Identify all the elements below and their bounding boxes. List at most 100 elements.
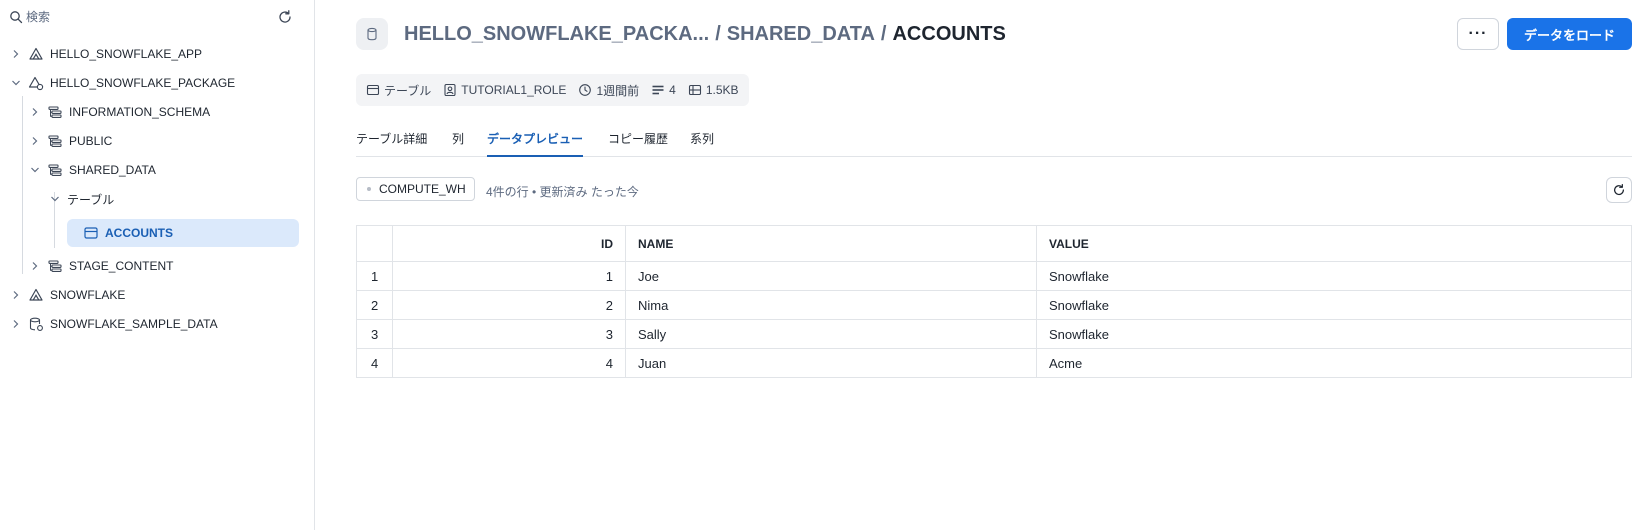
cell-value[interactable]: Snowflake [1036,261,1632,291]
app-icon [29,47,43,60]
breadcrumb-schema[interactable]: SHARED_DATA [727,23,875,46]
meta-columns-label: 4 [669,83,676,97]
more-options-button[interactable]: ··· [1457,18,1499,50]
data-preview-table: ID NAME VALUE 1 1 Joe Snowflake 2 2 Nima… [356,225,1632,378]
sidebar-item-snowflake[interactable]: SNOWFLAKE [10,281,125,309]
storage-icon [688,84,701,96]
sidebar-item-label: SNOWFLAKE_SAMPLE_DATA [50,317,218,331]
meta-type-label: テーブル [384,83,432,98]
schema-icon [48,260,62,272]
table-header-row: ID NAME VALUE [356,225,1632,262]
chevron-right-icon[interactable] [29,135,41,147]
clock-icon [579,84,592,96]
chevron-right-icon[interactable] [10,318,22,330]
meta-type: テーブル [366,82,431,99]
chevron-right-icon[interactable] [29,260,41,272]
schema-icon [48,164,62,176]
chevron-right-icon[interactable] [10,289,22,301]
warehouse-selector[interactable]: COMPUTE_WH [356,177,475,201]
meta-role-label: TUTORIAL1_ROLE [461,83,567,97]
column-header-value[interactable]: VALUE [1036,225,1632,262]
refresh-preview-button[interactable] [1606,177,1632,203]
schema-icon [48,135,62,147]
sidebar-item-information-schema[interactable]: INFORMATION_SCHEMA [29,98,210,126]
sidebar-item-shared-data[interactable]: SHARED_DATA [29,156,156,184]
breadcrumb-separator: / [880,22,887,45]
object-metadata-bar: テーブル TUTORIAL1_ROLE 1週間前 4 1.5KB [356,74,749,106]
chevron-right-icon[interactable] [10,48,22,60]
sidebar-item-public[interactable]: PUBLIC [29,127,112,155]
chevron-down-icon[interactable] [10,77,22,89]
meta-time: 1週間前 [578,82,639,99]
table-type-badge [356,18,388,50]
meta-size-label: 1.5KB [705,83,739,97]
cell-name[interactable]: Nima [625,290,1037,320]
tab-bar: テーブル詳細 列 データプレビュー コピー履歴 系列 [356,124,1632,157]
row-count-status: 4件の行 • 更新済み たった今 [486,185,639,199]
breadcrumb-package[interactable]: HELLO_SNOWFLAKE_PACKA... [404,23,709,46]
chevron-down-icon[interactable] [29,164,41,176]
cell-value[interactable]: Snowflake [1036,290,1632,320]
row-index: 3 [356,319,393,349]
sidebar-item-label: ACCOUNTS [105,226,173,240]
search-icon [10,11,23,24]
chevron-down-icon[interactable] [49,193,61,205]
table-row[interactable]: 4 4 Juan Acme [356,348,1632,378]
cell-name[interactable]: Sally [625,319,1037,349]
warehouse-name: COMPUTE_WH [379,182,466,196]
load-data-button[interactable]: データをロード [1507,18,1632,50]
sidebar-item-label: SHARED_DATA [69,163,156,177]
sidebar-item-label: SNOWFLAKE [50,288,126,302]
sidebar-item-accounts[interactable]: ACCOUNTS [67,219,299,247]
package-icon [28,76,44,91]
column-header-name[interactable]: NAME [625,225,1037,262]
table-row[interactable]: 1 1 Joe Snowflake [356,261,1632,291]
app-icon [29,288,43,301]
table-row[interactable]: 3 3 Sally Snowflake [356,319,1632,349]
refresh-icon [1614,183,1624,196]
sidebar-item-stage-content[interactable]: STAGE_CONTENT [29,252,173,280]
rows-icon [652,85,664,95]
schema-icon [48,106,62,118]
cell-id[interactable]: 1 [392,261,626,291]
sidebar-item-hello-snowflake-app[interactable]: HELLO_SNOWFLAKE_APP [10,40,202,68]
meta-size: 1.5KB [688,83,739,97]
page-title: ACCOUNTS [892,22,1006,45]
warehouse-status-dot [367,187,371,191]
meta-role: TUTORIAL1_ROLE [443,83,566,97]
tab-data-preview[interactable]: データプレビュー [487,124,584,157]
table-icon [366,84,380,96]
cell-id[interactable]: 4 [392,348,626,378]
cell-name[interactable]: Juan [625,348,1037,378]
row-index-header [356,225,393,262]
search-input[interactable] [26,8,256,26]
sidebar-item-label: テーブル [67,192,115,207]
sidebar-item-label: INFORMATION_SCHEMA [69,105,211,119]
tab-copy-history[interactable]: コピー履歴 [608,124,668,157]
app-window: HELLO_SNOWFLAKE_APP HELLO_SNOWFLAKE_PACK… [0,0,1646,530]
meta-time-label: 1週間前 [596,83,640,98]
table-row[interactable]: 2 2 Nima Snowflake [356,290,1632,320]
meta-columns: 4 [651,83,676,97]
cell-name[interactable]: Joe [625,261,1037,291]
tab-columns[interactable]: 列 [452,124,464,157]
sidebar-search [0,0,314,34]
cell-id[interactable]: 2 [392,290,626,320]
cell-value[interactable]: Snowflake [1036,319,1632,349]
object-explorer-sidebar: HELLO_SNOWFLAKE_APP HELLO_SNOWFLAKE_PACK… [0,0,315,530]
database-icon [367,27,377,41]
sidebar-item-label: HELLO_SNOWFLAKE_APP [50,47,203,61]
sidebar-item-hello-snowflake-package[interactable]: HELLO_SNOWFLAKE_PACKAGE [10,69,235,97]
role-icon [444,83,456,97]
column-header-id[interactable]: ID [392,225,626,262]
tab-lineage[interactable]: 系列 [690,124,714,157]
cell-id[interactable]: 3 [392,319,626,349]
chevron-right-icon[interactable] [29,106,41,118]
table-icon [84,227,98,239]
cell-value[interactable]: Acme [1036,348,1632,378]
sidebar-item-tables-folder[interactable]: テーブル [49,185,114,213]
sidebar-item-snowflake-sample-data[interactable]: SNOWFLAKE_SAMPLE_DATA [10,310,218,338]
refresh-icon[interactable] [277,9,293,25]
breadcrumb-separator: / [715,22,721,45]
tab-table-details[interactable]: テーブル詳細 [356,124,427,157]
